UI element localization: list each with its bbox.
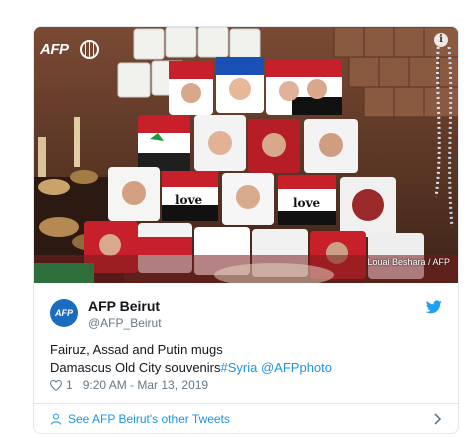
chevron-right-icon	[434, 413, 442, 425]
avatar[interactable]: AFP	[50, 299, 78, 327]
afp-watermark: AFP	[40, 41, 69, 58]
tweet-card[interactable]: love love AFP i Louai Beshara / AFP AFP …	[33, 26, 459, 434]
hashtag-link[interactable]: #Syria	[221, 360, 258, 375]
tweet-photo[interactable]: love love AFP i Louai Beshara / AFP	[34, 27, 458, 283]
twitter-bird-icon[interactable]	[426, 300, 442, 314]
tweet-line-2: Damascus Old City souvenirs#Syria @AFPph…	[50, 359, 332, 377]
person-icon	[51, 413, 61, 425]
photo-credit: Louai Beshara / AFP	[367, 257, 450, 267]
tweet-meta: 1 9:20 AM - Mar 13, 2019	[50, 378, 208, 392]
see-other-tweets-link[interactable]: See AFP Beirut's other Tweets	[34, 404, 458, 433]
photo-scene: love love	[34, 27, 458, 283]
see-other-tweets-label: See AFP Beirut's other Tweets	[68, 412, 230, 426]
afp-globe-icon	[80, 40, 99, 59]
mug-love-text: love	[293, 196, 321, 210]
likes-count[interactable]: 1	[66, 378, 73, 392]
mention-link[interactable]: @AFPphoto	[261, 360, 332, 375]
info-icon[interactable]: i	[434, 33, 448, 47]
mug-love-text: love	[175, 193, 203, 207]
author-name[interactable]: AFP Beirut	[88, 298, 160, 314]
author-handle[interactable]: @AFP_Beirut	[88, 316, 162, 330]
heart-icon[interactable]	[50, 379, 62, 391]
tweet-line-1: Fairuz, Assad and Putin mugs	[50, 342, 223, 357]
tweet-timestamp[interactable]: 9:20 AM - Mar 13, 2019	[83, 378, 208, 392]
tweet-text: Fairuz, Assad and Putin mugs Damascus Ol…	[50, 341, 332, 377]
tweet-line-2-text: Damascus Old City souvenirs	[50, 360, 221, 375]
